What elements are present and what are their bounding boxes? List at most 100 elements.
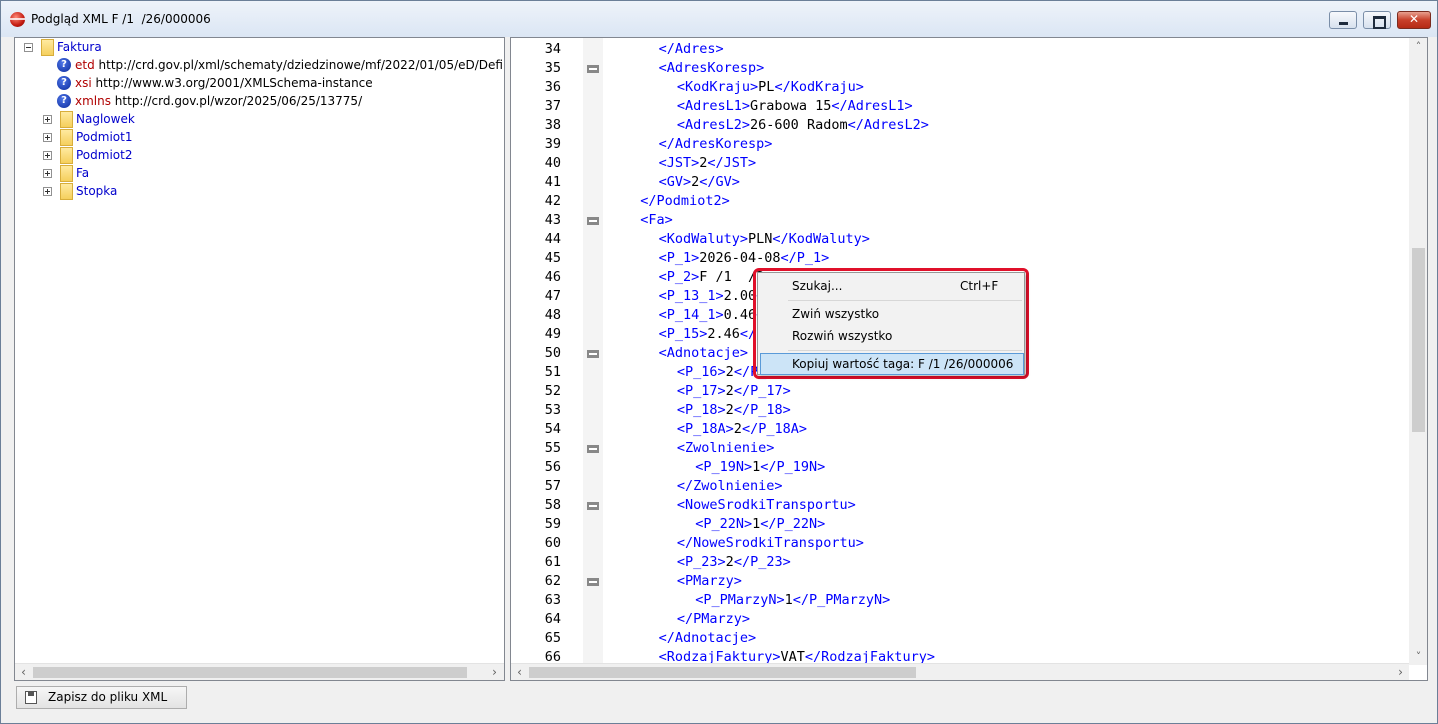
collapse-icon[interactable]	[24, 43, 33, 52]
fold-toggle-icon[interactable]	[587, 65, 599, 73]
line-number: 58	[544, 497, 561, 513]
code-line[interactable]: 65 </Adnotacje>	[511, 629, 1409, 648]
attribute-icon: ?	[57, 58, 71, 72]
code-line[interactable]: 59 <P_22N>1</P_22N>	[511, 515, 1409, 534]
close-button[interactable]: ✕	[1397, 11, 1431, 29]
code-line[interactable]: 53 <P_18>2</P_18>	[511, 401, 1409, 420]
line-number: 51	[544, 364, 561, 380]
code-line[interactable]: 62 <PMarzy>	[511, 572, 1409, 591]
code-line[interactable]: 57 </Zwolnienie>	[511, 477, 1409, 496]
folder-icon	[60, 183, 73, 200]
code-line[interactable]: 64 </PMarzy>	[511, 610, 1409, 629]
maximize-button[interactable]	[1363, 11, 1391, 29]
code-line[interactable]: 44 <KodWaluty>PLN</KodWaluty>	[511, 230, 1409, 249]
fold-toggle-icon[interactable]	[587, 445, 599, 453]
expand-icon[interactable]	[43, 133, 52, 142]
save-xml-button[interactable]: Zapisz do pliku XML	[16, 686, 187, 709]
menu-item-collapse-all[interactable]: Zwiń wszystko	[760, 303, 1024, 325]
line-number: 60	[544, 535, 561, 551]
folder-icon	[60, 147, 73, 164]
tree-node-label: Podmiot1	[76, 130, 133, 144]
save-xml-button-label: Zapisz do pliku XML	[48, 690, 168, 704]
scroll-up-icon[interactable]: ˄	[1409, 38, 1427, 55]
attribute-icon: ?	[57, 94, 71, 108]
code-text: <P_14_1>0.46<	[658, 307, 765, 323]
code-line[interactable]: 45 <P_1>2026-04-08</P_1>	[511, 249, 1409, 268]
context-menu: Szukaj... Ctrl+F Zwiń wszystko Rozwiń ws…	[757, 272, 1025, 375]
scroll-down-icon[interactable]: ˅	[1409, 648, 1427, 665]
code-line[interactable]: 41 <GV>2</GV>	[511, 173, 1409, 192]
code-line[interactable]: 60 </NoweSrodkiTransportu>	[511, 534, 1409, 553]
code-line[interactable]: 56 <P_19N>1</P_19N>	[511, 458, 1409, 477]
code-text: <AdresL2>26-600 Radom</AdresL2>	[676, 117, 929, 133]
code-text: <KodKraju>PL</KodKraju>	[676, 79, 864, 95]
line-number: 54	[544, 421, 561, 437]
xml-tree-panel[interactable]: Faktura ? etd http://crd.gov.pl/xml/sche…	[14, 37, 505, 681]
attr-value: http://crd.gov.pl/xml/schematy/dziedzino…	[98, 58, 504, 72]
expand-icon[interactable]	[43, 115, 52, 124]
line-number: 50	[544, 345, 561, 361]
code-text: </Podmiot2>	[640, 193, 730, 209]
scrollbar-thumb[interactable]	[33, 667, 467, 678]
code-text: <JST>2</JST>	[658, 155, 757, 171]
scroll-left-icon[interactable]: ‹	[15, 664, 32, 680]
code-line[interactable]: 38 <AdresL2>26-600 Radom</AdresL2>	[511, 116, 1409, 135]
line-number: 40	[544, 155, 561, 171]
scroll-left-icon[interactable]: ‹	[511, 664, 528, 680]
scroll-right-icon[interactable]: ›	[486, 664, 503, 680]
expand-icon[interactable]	[43, 187, 52, 196]
line-number: 47	[544, 288, 561, 304]
code-text: <PMarzy>	[676, 573, 742, 589]
scroll-right-icon[interactable]: ›	[1392, 664, 1409, 680]
code-line[interactable]: 42 </Podmiot2>	[511, 192, 1409, 211]
fold-toggle-icon[interactable]	[587, 350, 599, 358]
code-text: </Adres>	[658, 41, 724, 57]
scrollbar-thumb[interactable]	[529, 667, 916, 678]
code-line[interactable]: 34 </Adres>	[511, 40, 1409, 59]
code-line[interactable]: 52 <P_17>2</P_17>	[511, 382, 1409, 401]
fold-toggle-icon[interactable]	[587, 578, 599, 586]
code-line[interactable]: 35 <AdresKoresp>	[511, 59, 1409, 78]
title-bar[interactable]: Podgląd XML F /1 /26/000006 ✕	[1, 1, 1437, 37]
xml-horizontal-scrollbar[interactable]: ‹ ›	[511, 663, 1409, 680]
line-number: 37	[544, 98, 561, 114]
line-number: 36	[544, 79, 561, 95]
code-text: <AdresL1>Grabowa 15</AdresL1>	[676, 98, 913, 114]
fold-toggle-icon[interactable]	[587, 217, 599, 225]
line-number: 52	[544, 383, 561, 399]
expand-icon[interactable]	[43, 151, 52, 160]
expand-icon[interactable]	[43, 169, 52, 178]
code-line[interactable]: 63 <P_PMarzyN>1</P_PMarzyN>	[511, 591, 1409, 610]
menu-item-label: Rozwiń wszystko	[792, 329, 893, 343]
tree-node-label: Fa	[76, 166, 90, 180]
menu-item-copy-tag-value[interactable]: Kopiuj wartość taga: F /1 /26/000006	[760, 353, 1024, 375]
code-line[interactable]: 40 <JST>2</JST>	[511, 154, 1409, 173]
code-line[interactable]: 37 <AdresL1>Grabowa 15</AdresL1>	[511, 97, 1409, 116]
code-text: <P_22N>1</P_22N>	[695, 516, 826, 532]
folder-icon	[41, 39, 54, 56]
fold-toggle-icon[interactable]	[587, 502, 599, 510]
code-text: <Adnotacje>	[658, 345, 748, 361]
menu-item-search[interactable]: Szukaj... Ctrl+F	[760, 275, 1024, 297]
code-text: </Adnotacje>	[658, 630, 757, 646]
minimize-button[interactable]	[1329, 11, 1357, 29]
code-line[interactable]: 36 <KodKraju>PL</KodKraju>	[511, 78, 1409, 97]
tree-node-label: Podmiot2	[76, 148, 133, 162]
tree-horizontal-scrollbar[interactable]: ‹ ›	[15, 663, 504, 680]
code-line[interactable]: 55 <Zwolnienie>	[511, 439, 1409, 458]
window-title: Podgląd XML F /1 /26/000006	[31, 12, 211, 26]
code-line[interactable]: 58 <NoweSrodkiTransportu>	[511, 496, 1409, 515]
code-line[interactable]: 43 <Fa>	[511, 211, 1409, 230]
xml-vertical-scrollbar[interactable]: ˄ ˅	[1409, 38, 1427, 665]
scrollbar-thumb[interactable]	[1412, 248, 1425, 432]
tree-node-label: Naglowek	[76, 112, 135, 126]
menu-item-expand-all[interactable]: Rozwiń wszystko	[760, 325, 1024, 347]
code-text: <KodWaluty>PLN</KodWaluty>	[658, 231, 870, 247]
menu-item-label: Zwiń wszystko	[792, 307, 880, 321]
code-line[interactable]: 39 </AdresKoresp>	[511, 135, 1409, 154]
menu-item-shortcut: Ctrl+F	[960, 279, 999, 293]
code-text: <P_18>2</P_18>	[676, 402, 791, 418]
line-number: 56	[544, 459, 561, 475]
code-line[interactable]: 61 <P_23>2</P_23>	[511, 553, 1409, 572]
code-line[interactable]: 54 <P_18A>2</P_18A>	[511, 420, 1409, 439]
